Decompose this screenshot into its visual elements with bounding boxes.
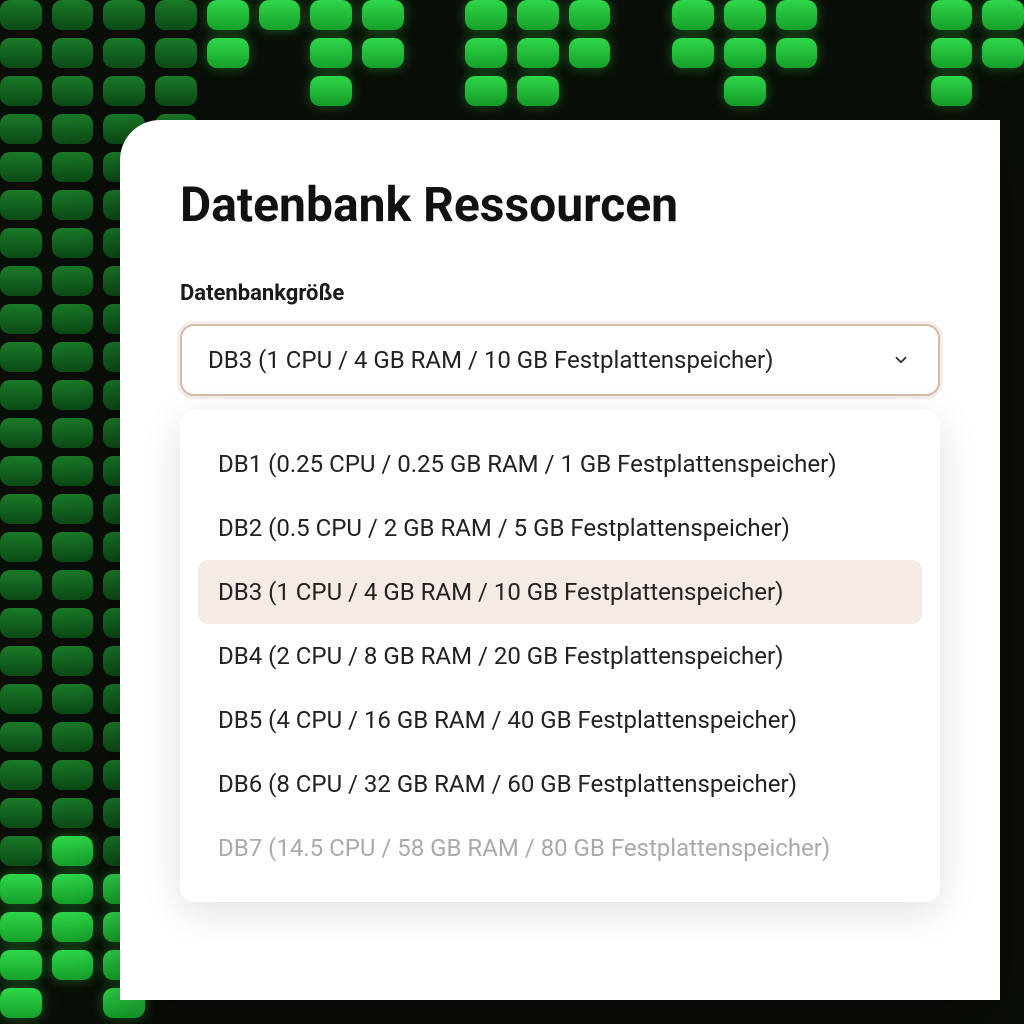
dropdown-option[interactable]: DB5 (4 CPU / 16 GB RAM / 40 GB Festplatt… bbox=[198, 688, 922, 752]
dropdown-option[interactable]: DB7 (14.5 CPU / 58 GB RAM / 80 GB Festpl… bbox=[198, 816, 922, 880]
dropdown-option[interactable]: DB4 (2 CPU / 8 GB RAM / 20 GB Festplatte… bbox=[198, 624, 922, 688]
database-size-select[interactable]: DB3 (1 CPU / 4 GB RAM / 10 GB Festplatte… bbox=[180, 324, 940, 396]
field-label-database-size: Datenbankgröße bbox=[180, 281, 940, 306]
database-size-dropdown: DB1 (0.25 CPU / 0.25 GB RAM / 1 GB Festp… bbox=[180, 410, 940, 902]
dropdown-option[interactable]: DB6 (8 CPU / 32 GB RAM / 60 GB Festplatt… bbox=[198, 752, 922, 816]
select-value: DB3 (1 CPU / 4 GB RAM / 10 GB Festplatte… bbox=[208, 346, 773, 374]
database-resources-card: Datenbank Ressourcen Datenbankgröße DB3 … bbox=[120, 120, 1000, 1000]
page-title: Datenbank Ressourcen bbox=[180, 176, 940, 233]
dropdown-option[interactable]: DB1 (0.25 CPU / 0.25 GB RAM / 1 GB Festp… bbox=[198, 432, 922, 496]
chevron-down-icon bbox=[892, 351, 910, 369]
dropdown-option[interactable]: DB2 (0.5 CPU / 2 GB RAM / 5 GB Festplatt… bbox=[198, 496, 922, 560]
dropdown-option[interactable]: DB3 (1 CPU / 4 GB RAM / 10 GB Festplatte… bbox=[198, 560, 922, 624]
